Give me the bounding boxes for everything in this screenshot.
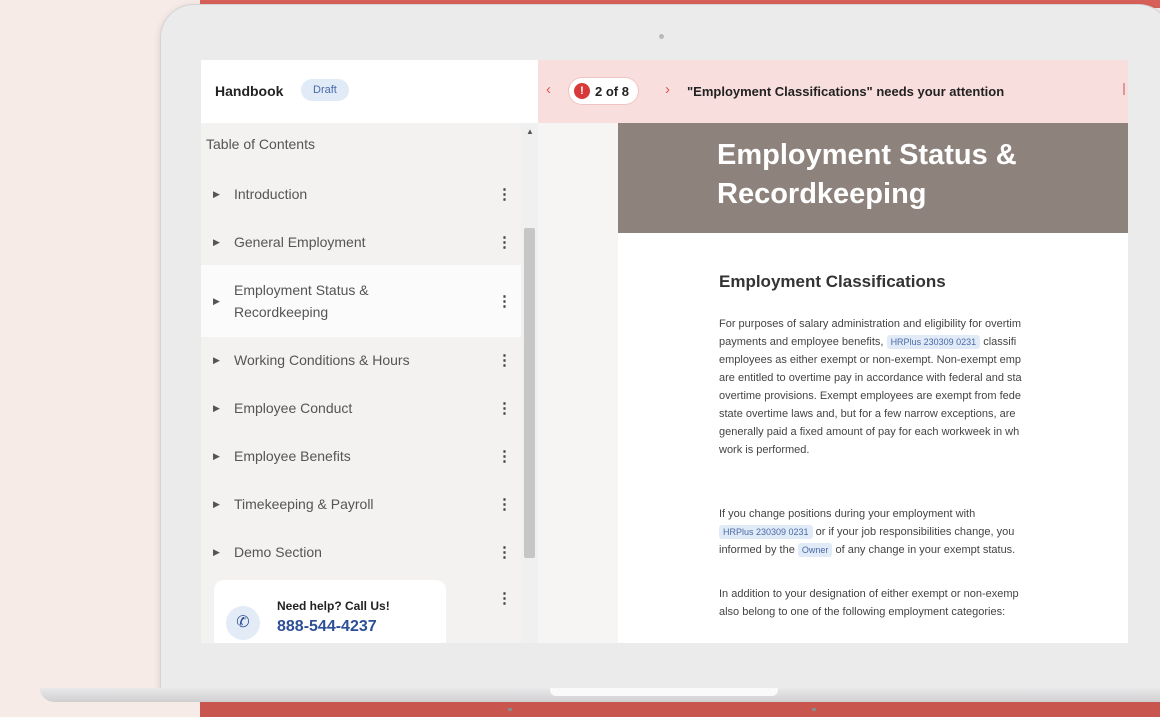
paragraph-categories: In addition to your designation of eithe…: [719, 585, 1128, 621]
toc-item-label: General Employment: [234, 234, 366, 250]
attention-message: "Employment Classifications" needs your …: [687, 84, 1005, 99]
toc-item-label: Employee Benefits: [234, 448, 351, 464]
laptop-foot: [812, 708, 816, 711]
document-content: Employment Status & Recordkeeping Employ…: [538, 123, 1128, 643]
text-segment: or if your job responsibilities change, …: [815, 526, 1015, 538]
toc-item-label: Introduction: [234, 186, 308, 202]
text-line: work is performed.: [719, 444, 810, 456]
text-line: are entitled to overtime pay in accordan…: [719, 372, 1022, 384]
toc-item-label: Demo Section: [234, 544, 322, 560]
more-options-icon[interactable]: ⋮: [497, 589, 512, 607]
text-line: employees as either exempt or non-exempt…: [719, 354, 1022, 366]
toc-item-working-conditions[interactable]: ▶ Working Conditions & Hours ⋮: [201, 338, 521, 382]
more-options-icon[interactable]: ⋮: [497, 351, 512, 369]
laptop-notch: [550, 688, 778, 696]
toc-item-label: Working Conditions & Hours: [234, 352, 410, 368]
text-line: In addition to your designation of eithe…: [719, 588, 1019, 600]
more-options-icon[interactable]: ⋮: [497, 399, 512, 417]
alert-icon: !: [574, 83, 590, 99]
table-of-contents-sidebar: Table of Contents ▶ Introduction ⋮ ▶ Gen…: [201, 123, 521, 643]
text-segment: of any change in your exempt status.: [835, 544, 1016, 556]
toc-item-label-line2: Recordkeeping: [234, 304, 329, 320]
scroll-up-icon[interactable]: ▲: [526, 127, 534, 136]
help-phone-number[interactable]: 888-544-4237: [277, 618, 377, 636]
expand-arrow-icon[interactable]: ▶: [213, 403, 220, 414]
company-name-tag[interactable]: HRPlus 230309 0231: [719, 525, 813, 539]
expand-arrow-icon[interactable]: ▶: [213, 547, 220, 558]
chapter-title-line1: Employment Status &: [717, 139, 1017, 171]
phone-icon: ✆: [226, 606, 260, 640]
company-name-tag[interactable]: HRPlus 230309 0231: [886, 335, 981, 349]
text-line: payments and employee benefits, HRPlus 2…: [719, 333, 1128, 351]
toc-item-label-line1: Employment Status &: [234, 282, 369, 298]
toc-item-timekeeping[interactable]: ▶ Timekeeping & Payroll ⋮: [201, 482, 521, 526]
issue-counter: ! 2 of 8: [569, 78, 638, 104]
expand-arrow-icon[interactable]: ▶: [213, 355, 220, 366]
issue-count: 2 of 8: [595, 83, 629, 99]
page-margin: [538, 123, 618, 643]
expand-arrow-icon[interactable]: ▶: [213, 499, 220, 510]
more-options-icon[interactable]: ⋮: [497, 292, 512, 310]
help-title: Need help? Call Us!: [277, 599, 390, 613]
scrollbar-thumb[interactable]: [524, 228, 535, 558]
toc-heading: Table of Contents: [206, 136, 315, 152]
expand-arrow-icon[interactable]: ▶: [213, 237, 220, 248]
status-badge: Draft: [301, 79, 349, 101]
document-header: Handbook Draft: [201, 60, 538, 124]
text-segment: classifi: [983, 336, 1017, 348]
background-accent-bottom: [200, 702, 1160, 717]
text-line: HRPlus 230309 0231 or if your job respon…: [719, 523, 1128, 541]
expand-arrow-icon[interactable]: ▶: [213, 189, 220, 200]
text-segment: informed by the: [719, 544, 795, 556]
more-options-icon[interactable]: ⋮: [497, 185, 512, 203]
attention-bar: ‹ ! 2 of 8 › "Employment Classifications…: [538, 60, 1128, 123]
more-options-icon[interactable]: ⋮: [497, 543, 512, 561]
chapter-title-line2: Recordkeeping: [717, 178, 927, 210]
paragraph-position-change: If you change positions during your empl…: [719, 505, 1128, 559]
toc-item-label: Employee Conduct: [234, 400, 353, 416]
help-card[interactable]: ✆ Need help? Call Us! 888-544-4237: [214, 580, 446, 643]
more-options-icon[interactable]: ⋮: [497, 447, 512, 465]
text-line: informed by the Owner of any change in y…: [719, 541, 1128, 559]
laptop-foot: [508, 708, 512, 711]
toc-item-introduction[interactable]: ▶ Introduction ⋮: [201, 172, 521, 216]
more-options-icon[interactable]: ⋮: [497, 233, 512, 251]
chapter-banner: Employment Status & Recordkeeping: [618, 123, 1128, 233]
toc-item-general-employment[interactable]: ▶ General Employment ⋮: [201, 220, 521, 264]
alert-bar-edge: [1123, 83, 1125, 95]
toc-item-employment-status[interactable]: ▶ Employment Status & Recordkeeping ⋮: [201, 265, 521, 337]
toc-item-demo-section[interactable]: ▶ Demo Section ⋮: [201, 530, 521, 574]
toc-item-label: Timekeeping & Payroll: [234, 496, 374, 512]
text-line: If you change positions during your empl…: [719, 508, 976, 520]
text-line: state overtime laws and, but for a few n…: [719, 408, 1016, 420]
section-title: Employment Classifications: [719, 272, 946, 291]
camera-dot: [659, 34, 664, 39]
text-line: generally paid a fixed amount of pay for…: [719, 426, 1020, 438]
text-segment: payments and employee benefits,: [719, 336, 884, 348]
expand-arrow-icon[interactable]: ▶: [213, 451, 220, 462]
toc-item-employee-benefits[interactable]: ▶ Employee Benefits ⋮: [201, 434, 521, 478]
text-line: overtime provisions. Exempt employees ar…: [719, 390, 1022, 402]
text-line: also belong to one of the following empl…: [719, 606, 1006, 618]
next-issue-button[interactable]: ›: [665, 81, 670, 98]
expand-arrow-icon[interactable]: ▶: [213, 296, 220, 307]
document-title: Handbook: [215, 83, 284, 99]
app-screen: Handbook Draft ‹ ! 2 of 8 › "Employment …: [201, 60, 1128, 643]
chapter-title: Employment Status & Recordkeeping: [717, 136, 1128, 214]
owner-tag[interactable]: Owner: [797, 543, 833, 557]
toc-item-employee-conduct[interactable]: ▶ Employee Conduct ⋮: [201, 386, 521, 430]
paragraph-classifications: For purposes of salary administration an…: [719, 315, 1128, 459]
more-options-icon[interactable]: ⋮: [497, 495, 512, 513]
toc-item-label: Employment Status & Recordkeeping: [234, 279, 369, 323]
text-line: For purposes of salary administration an…: [719, 318, 1022, 330]
previous-issue-button[interactable]: ‹: [546, 81, 551, 98]
